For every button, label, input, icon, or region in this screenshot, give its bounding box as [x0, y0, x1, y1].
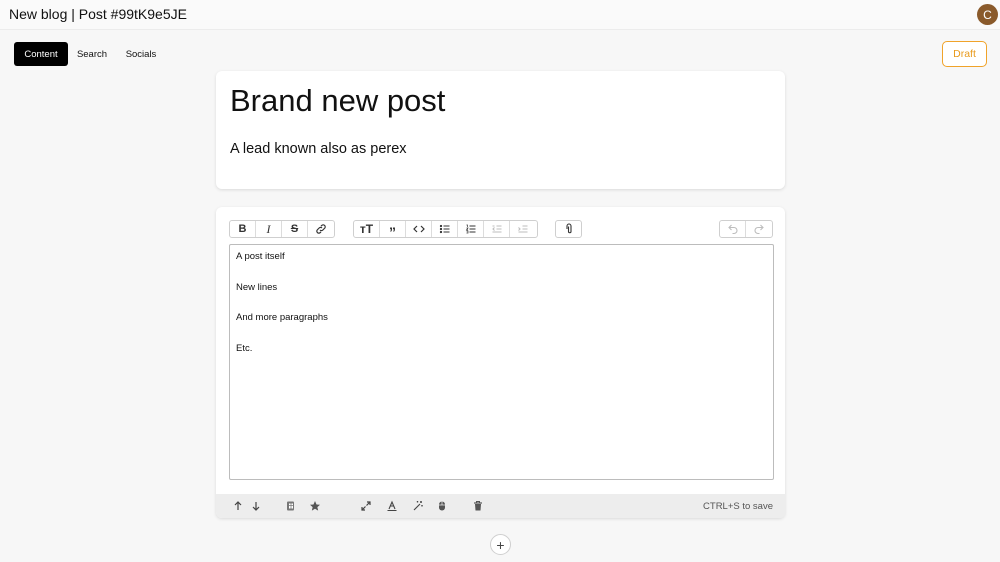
post-lead[interactable]: A lead known also as perex	[230, 141, 407, 157]
heading-icon[interactable]: ᴛT	[354, 221, 380, 237]
expand-icon[interactable]	[360, 500, 372, 512]
mouse-icon[interactable]	[436, 500, 448, 512]
link-icon[interactable]	[308, 221, 334, 237]
post-header-card: Brand new post A lead known also as pere…	[216, 71, 785, 189]
tab-socials[interactable]: Socials	[120, 42, 162, 66]
draft-status-button[interactable]: Draft	[942, 41, 987, 67]
tab-search[interactable]: Search	[72, 42, 112, 66]
bullet-list-icon[interactable]	[432, 221, 458, 237]
code-icon[interactable]	[406, 221, 432, 237]
attach-icon[interactable]	[556, 221, 581, 237]
text-style-icon[interactable]	[386, 500, 398, 512]
page-title: New blog | Post #99tK9e5JE	[9, 6, 187, 22]
editor-card: B I S ᴛT ” A post itself New lines And m…	[216, 207, 786, 518]
paragraph: A post itself	[236, 251, 285, 262]
avatar[interactable]: C	[977, 4, 998, 25]
rich-text-editor[interactable]: A post itself New lines And more paragra…	[229, 244, 774, 480]
undo-icon[interactable]	[720, 221, 746, 237]
favorite-star-icon[interactable]	[309, 500, 321, 512]
paragraph: And more paragraphs	[236, 312, 328, 323]
paragraph: New lines	[236, 281, 278, 293]
delete-icon[interactable]	[472, 500, 484, 512]
post-title[interactable]: Brand new post	[230, 83, 445, 119]
bold-icon[interactable]: B	[230, 221, 256, 237]
add-block-button[interactable]: +	[490, 534, 511, 555]
strikethrough-icon[interactable]: S	[282, 221, 308, 237]
attach-toolbar-group	[555, 220, 582, 238]
save-hint: CTRL+S to save	[703, 501, 773, 512]
move-down-icon[interactable]	[250, 500, 262, 512]
quote-icon[interactable]: ”	[380, 221, 406, 239]
paragraph: Etc.	[236, 342, 253, 354]
magic-wand-icon[interactable]	[412, 500, 424, 512]
block-actions-bar: CTRL+S to save	[216, 494, 786, 518]
redo-icon[interactable]	[746, 221, 772, 237]
tab-content[interactable]: Content	[14, 42, 68, 66]
block-type-icon[interactable]	[285, 500, 297, 512]
top-bar: New blog | Post #99tK9e5JE C	[0, 0, 1000, 30]
indent-icon[interactable]	[510, 221, 536, 237]
history-toolbar-group	[719, 220, 773, 238]
move-up-icon[interactable]	[232, 500, 244, 512]
block-toolbar-group: ᴛT ”	[353, 220, 538, 239]
formatting-toolbar-group: B I S	[229, 220, 335, 238]
italic-icon[interactable]: I	[256, 221, 282, 237]
outdent-icon[interactable]	[484, 221, 510, 237]
numbered-list-icon[interactable]	[458, 221, 484, 237]
